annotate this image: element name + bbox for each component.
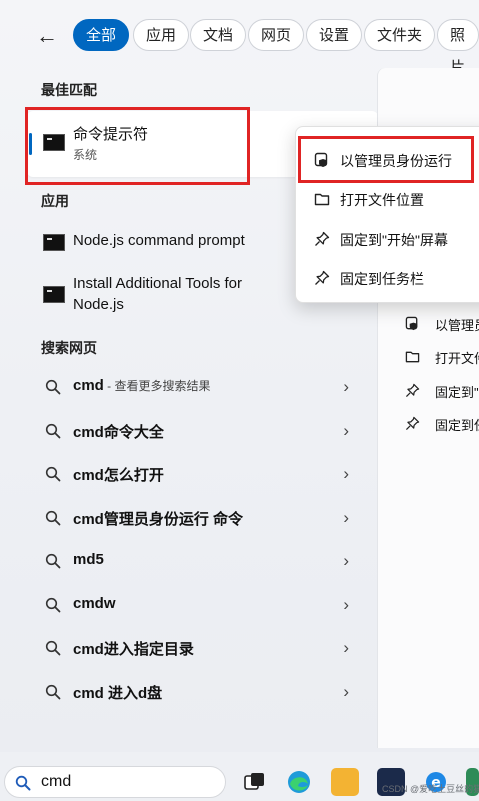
search-icon [45, 379, 61, 395]
web-result-md5[interactable]: md5 › [41, 547, 351, 577]
web-result-cmd[interactable]: cmd - 查看更多搜索结果 › [41, 373, 351, 403]
web-result-label: cmd - 查看更多搜索结果 [73, 377, 211, 394]
web-result-label: md5 [73, 551, 104, 568]
filter-apps[interactable]: 应用 [133, 19, 190, 51]
filter-all[interactable]: 全部 [73, 19, 130, 51]
shield-icon [405, 316, 418, 331]
pin-icon [315, 270, 330, 285]
pin-icon [405, 383, 420, 398]
annotation-box-run-as-admin [298, 136, 474, 183]
search-icon [45, 553, 61, 569]
chevron-right-icon[interactable]: › [343, 638, 349, 658]
web-result-cmdw[interactable]: cmdw › [41, 591, 351, 621]
menu-item-pin-to-taskbar[interactable]: 固定到任务栏 [310, 263, 479, 293]
chevron-right-icon[interactable]: › [343, 377, 349, 397]
search-icon [45, 640, 61, 656]
web-search-heading: 搜索网页 [41, 340, 97, 356]
pin-icon [405, 416, 420, 431]
app-item-label-line2: Node.js [73, 296, 124, 313]
web-result-label: cmd 进入d盘 [73, 685, 163, 702]
web-result-label: cmdw [73, 595, 116, 612]
terminal-icon [43, 286, 65, 303]
search-icon [45, 510, 61, 526]
web-result-label: cmd进入指定目录 [73, 641, 194, 658]
chevron-right-icon[interactable]: › [343, 508, 349, 528]
folder-icon [405, 351, 420, 363]
menu-item-open-file-location[interactable]: 打开文件位置 [310, 184, 479, 214]
best-match-heading: 最佳匹配 [41, 82, 97, 98]
web-result-label: cmd怎么打开 [73, 467, 164, 484]
menu-item-label: 固定到"开始"屏幕 [340, 232, 448, 248]
apps-heading: 应用 [41, 193, 69, 209]
filter-settings[interactable]: 设置 [306, 19, 363, 51]
app-item-label: Node.js command prompt [73, 232, 245, 249]
app-item-label-line1: Install Additional Tools for [73, 275, 242, 292]
filter-photos[interactable]: 照片 [437, 19, 479, 76]
chevron-right-icon[interactable]: › [343, 421, 349, 441]
task-view-icon[interactable] [240, 768, 268, 796]
back-arrow-icon[interactable]: ← [36, 23, 66, 49]
preview-action-label: 固定到任 [435, 418, 479, 433]
web-result-label: cmd命令大全 [73, 424, 164, 441]
chevron-right-icon[interactable]: › [343, 464, 349, 484]
pin-icon [315, 231, 330, 246]
search-icon [45, 423, 61, 439]
search-icon [45, 597, 61, 613]
web-result-cmd-dir[interactable]: cmd进入指定目录 › [41, 634, 351, 664]
web-result-cmd-d-drive[interactable]: cmd 进入d盘 › [41, 678, 351, 708]
search-icon [15, 775, 31, 791]
filter-documents[interactable]: 文档 [190, 19, 247, 51]
terminal-icon [43, 234, 65, 251]
search-icon [45, 466, 61, 482]
web-result-cmd-commands[interactable]: cmd命令大全 › [41, 417, 351, 447]
chevron-right-icon[interactable]: › [343, 595, 349, 615]
chevron-right-icon[interactable]: › [343, 551, 349, 571]
taskbar: cmd e CSDN @爱吃土豆丝的猫 [0, 752, 479, 800]
folder-icon [314, 193, 330, 206]
menu-item-pin-to-start[interactable]: 固定到"开始"屏幕 [310, 224, 479, 254]
web-result-cmd-admin[interactable]: cmd管理员身份运行 命令 › [41, 504, 351, 534]
preview-action-label: 以管理员 [435, 318, 479, 333]
search-icon [45, 684, 61, 700]
file-explorer-icon[interactable] [331, 768, 359, 796]
watermark: CSDN @爱吃土豆丝的猫 [382, 784, 479, 794]
web-result-cmd-open[interactable]: cmd怎么打开 › [41, 460, 351, 490]
preview-action-label: 固定到"开 [435, 385, 479, 400]
menu-item-label: 固定到任务栏 [340, 271, 424, 287]
taskbar-search-box[interactable]: cmd [4, 766, 226, 798]
filter-web[interactable]: 网页 [248, 19, 305, 51]
edge-browser-icon[interactable] [285, 768, 313, 796]
annotation-box-best-match [25, 107, 250, 185]
menu-item-label: 打开文件位置 [340, 192, 424, 208]
preview-action-label: 打开文件 [435, 351, 479, 366]
chevron-right-icon[interactable]: › [343, 682, 349, 702]
filter-folders[interactable]: 文件夹 [364, 19, 436, 51]
web-result-label: cmd管理员身份运行 命令 [73, 511, 244, 528]
taskbar-search-text: cmd [41, 773, 72, 790]
